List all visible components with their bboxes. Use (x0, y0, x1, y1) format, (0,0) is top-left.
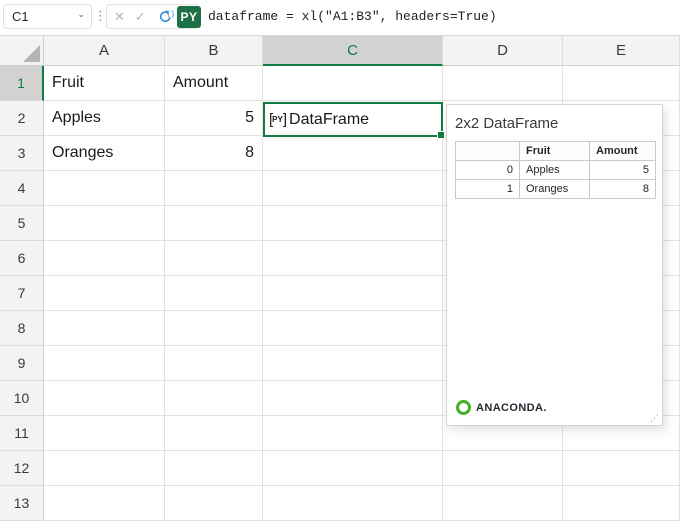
column-header-A[interactable]: A (44, 36, 165, 66)
cell-E12[interactable] (563, 451, 680, 486)
row-index: 0 (455, 160, 520, 180)
row-header-3[interactable]: 3 (0, 136, 44, 171)
anaconda-wordmark: ANACONDA. (476, 401, 547, 414)
preview-title: 2x2 DataFrame (455, 115, 559, 132)
row-header-10[interactable]: 10 (0, 381, 44, 416)
column-header-D[interactable]: D (443, 36, 563, 66)
cell-B2[interactable]: 5 (165, 101, 263, 136)
row-header-5[interactable]: 5 (0, 206, 44, 241)
cell-A5[interactable] (44, 206, 165, 241)
row-header-2[interactable]: 2 (0, 101, 44, 136)
cell-A3[interactable]: Oranges (44, 136, 165, 171)
fruit-value: Oranges (519, 179, 590, 199)
dataframe-preview-card: 2x2 DataFrame Fruit Amount 0 Apples 5 1 … (446, 104, 663, 426)
cell-B11[interactable] (165, 416, 263, 451)
selected-cell-label: DataFrame (289, 110, 370, 128)
preview-table: Fruit Amount 0 Apples 5 1 Oranges 8 (455, 141, 656, 199)
cell-B6[interactable] (165, 241, 263, 276)
cell-C6[interactable] (263, 241, 443, 276)
cell-A9[interactable] (44, 346, 165, 381)
cell-B8[interactable] (165, 311, 263, 346)
row-header-11[interactable]: 11 (0, 416, 44, 451)
column-header-B[interactable]: B (165, 36, 263, 66)
python-object-icon[interactable]: { } (156, 9, 174, 25)
fill-handle[interactable] (437, 131, 445, 139)
cell-C9[interactable] (263, 346, 443, 381)
cell-A7[interactable] (44, 276, 165, 311)
cell-A13[interactable] (44, 486, 165, 521)
anaconda-branding: ANACONDA. (456, 400, 547, 415)
svg-text:{ }: { } (167, 11, 174, 18)
cell-B13[interactable] (165, 486, 263, 521)
cell-B12[interactable] (165, 451, 263, 486)
row-header-7[interactable]: 7 (0, 276, 44, 311)
row-index: 1 (455, 179, 520, 199)
selected-cell-C1[interactable]: [PY] DataFrame (263, 102, 445, 139)
amount-value: 8 (589, 179, 656, 199)
formula-input[interactable]: dataframe = xl("A1:B3", headers=True) (208, 9, 497, 24)
resize-grip[interactable]: ⋰ (650, 413, 659, 424)
cell-A6[interactable] (44, 241, 165, 276)
index-header (455, 141, 520, 161)
row-header-4[interactable]: 4 (0, 171, 44, 206)
cell-C7[interactable] (263, 276, 443, 311)
cell-B7[interactable] (165, 276, 263, 311)
row-header-13[interactable]: 13 (0, 486, 44, 521)
anaconda-logo-icon (456, 400, 471, 415)
cancel-icon[interactable]: ✕ (114, 10, 125, 23)
select-all-corner[interactable] (0, 36, 44, 66)
cell-E13[interactable] (563, 486, 680, 521)
cell-D1[interactable] (443, 66, 563, 101)
fruit-header: Fruit (519, 141, 590, 161)
cell-B5[interactable] (165, 206, 263, 241)
table-row: 1 Oranges 8 (455, 179, 656, 199)
name-box-value: C1 (12, 9, 29, 24)
cell-A11[interactable] (44, 416, 165, 451)
table-row: 0 Apples 5 (455, 160, 656, 180)
column-header-C[interactable]: C (263, 36, 443, 66)
chevron-down-icon[interactable]: ⌄ (77, 10, 85, 19)
py-object-cell-icon: [PY] (269, 111, 287, 128)
row-header-12[interactable]: 12 (0, 451, 44, 486)
cell-C4[interactable] (263, 171, 443, 206)
cell-C5[interactable] (263, 206, 443, 241)
row-header-8[interactable]: 8 (0, 311, 44, 346)
cell-A8[interactable] (44, 311, 165, 346)
cell-A12[interactable] (44, 451, 165, 486)
cell-C13[interactable] (263, 486, 443, 521)
cell-A2[interactable]: Apples (44, 101, 165, 136)
cell-C10[interactable] (263, 381, 443, 416)
cell-B9[interactable] (165, 346, 263, 381)
python-badge: PY (177, 6, 201, 28)
cell-A10[interactable] (44, 381, 165, 416)
cell-B10[interactable] (165, 381, 263, 416)
fruit-value: Apples (519, 160, 590, 180)
cell-C11[interactable] (263, 416, 443, 451)
enter-icon[interactable]: ✓ (135, 10, 146, 23)
cell-C8[interactable] (263, 311, 443, 346)
table-header-row: Fruit Amount (455, 141, 656, 161)
column-header-E[interactable]: E (563, 36, 680, 66)
cell-C1[interactable] (263, 66, 443, 101)
name-box[interactable]: C1 ⌄ (3, 4, 92, 29)
formula-bar: C1 ⌄ ⋮ ✕ ✓ { } ⌄ PY dataframe = xl("A1:B… (0, 0, 680, 36)
cell-B4[interactable] (165, 171, 263, 206)
cell-D12[interactable] (443, 451, 563, 486)
cell-D13[interactable] (443, 486, 563, 521)
cell-A4[interactable] (44, 171, 165, 206)
row-header-6[interactable]: 6 (0, 241, 44, 276)
cell-A1[interactable]: Fruit (44, 66, 165, 101)
amount-header: Amount (589, 141, 656, 161)
cell-B3[interactable]: 8 (165, 136, 263, 171)
cell-B1[interactable]: Amount (165, 66, 263, 101)
cell-E1[interactable] (563, 66, 680, 101)
row-header-9[interactable]: 9 (0, 346, 44, 381)
amount-value: 5 (589, 160, 656, 180)
row-header-1[interactable]: 1 (0, 66, 44, 101)
select-all-triangle-icon (23, 45, 40, 62)
cell-C12[interactable] (263, 451, 443, 486)
cell-C3[interactable] (263, 136, 443, 171)
